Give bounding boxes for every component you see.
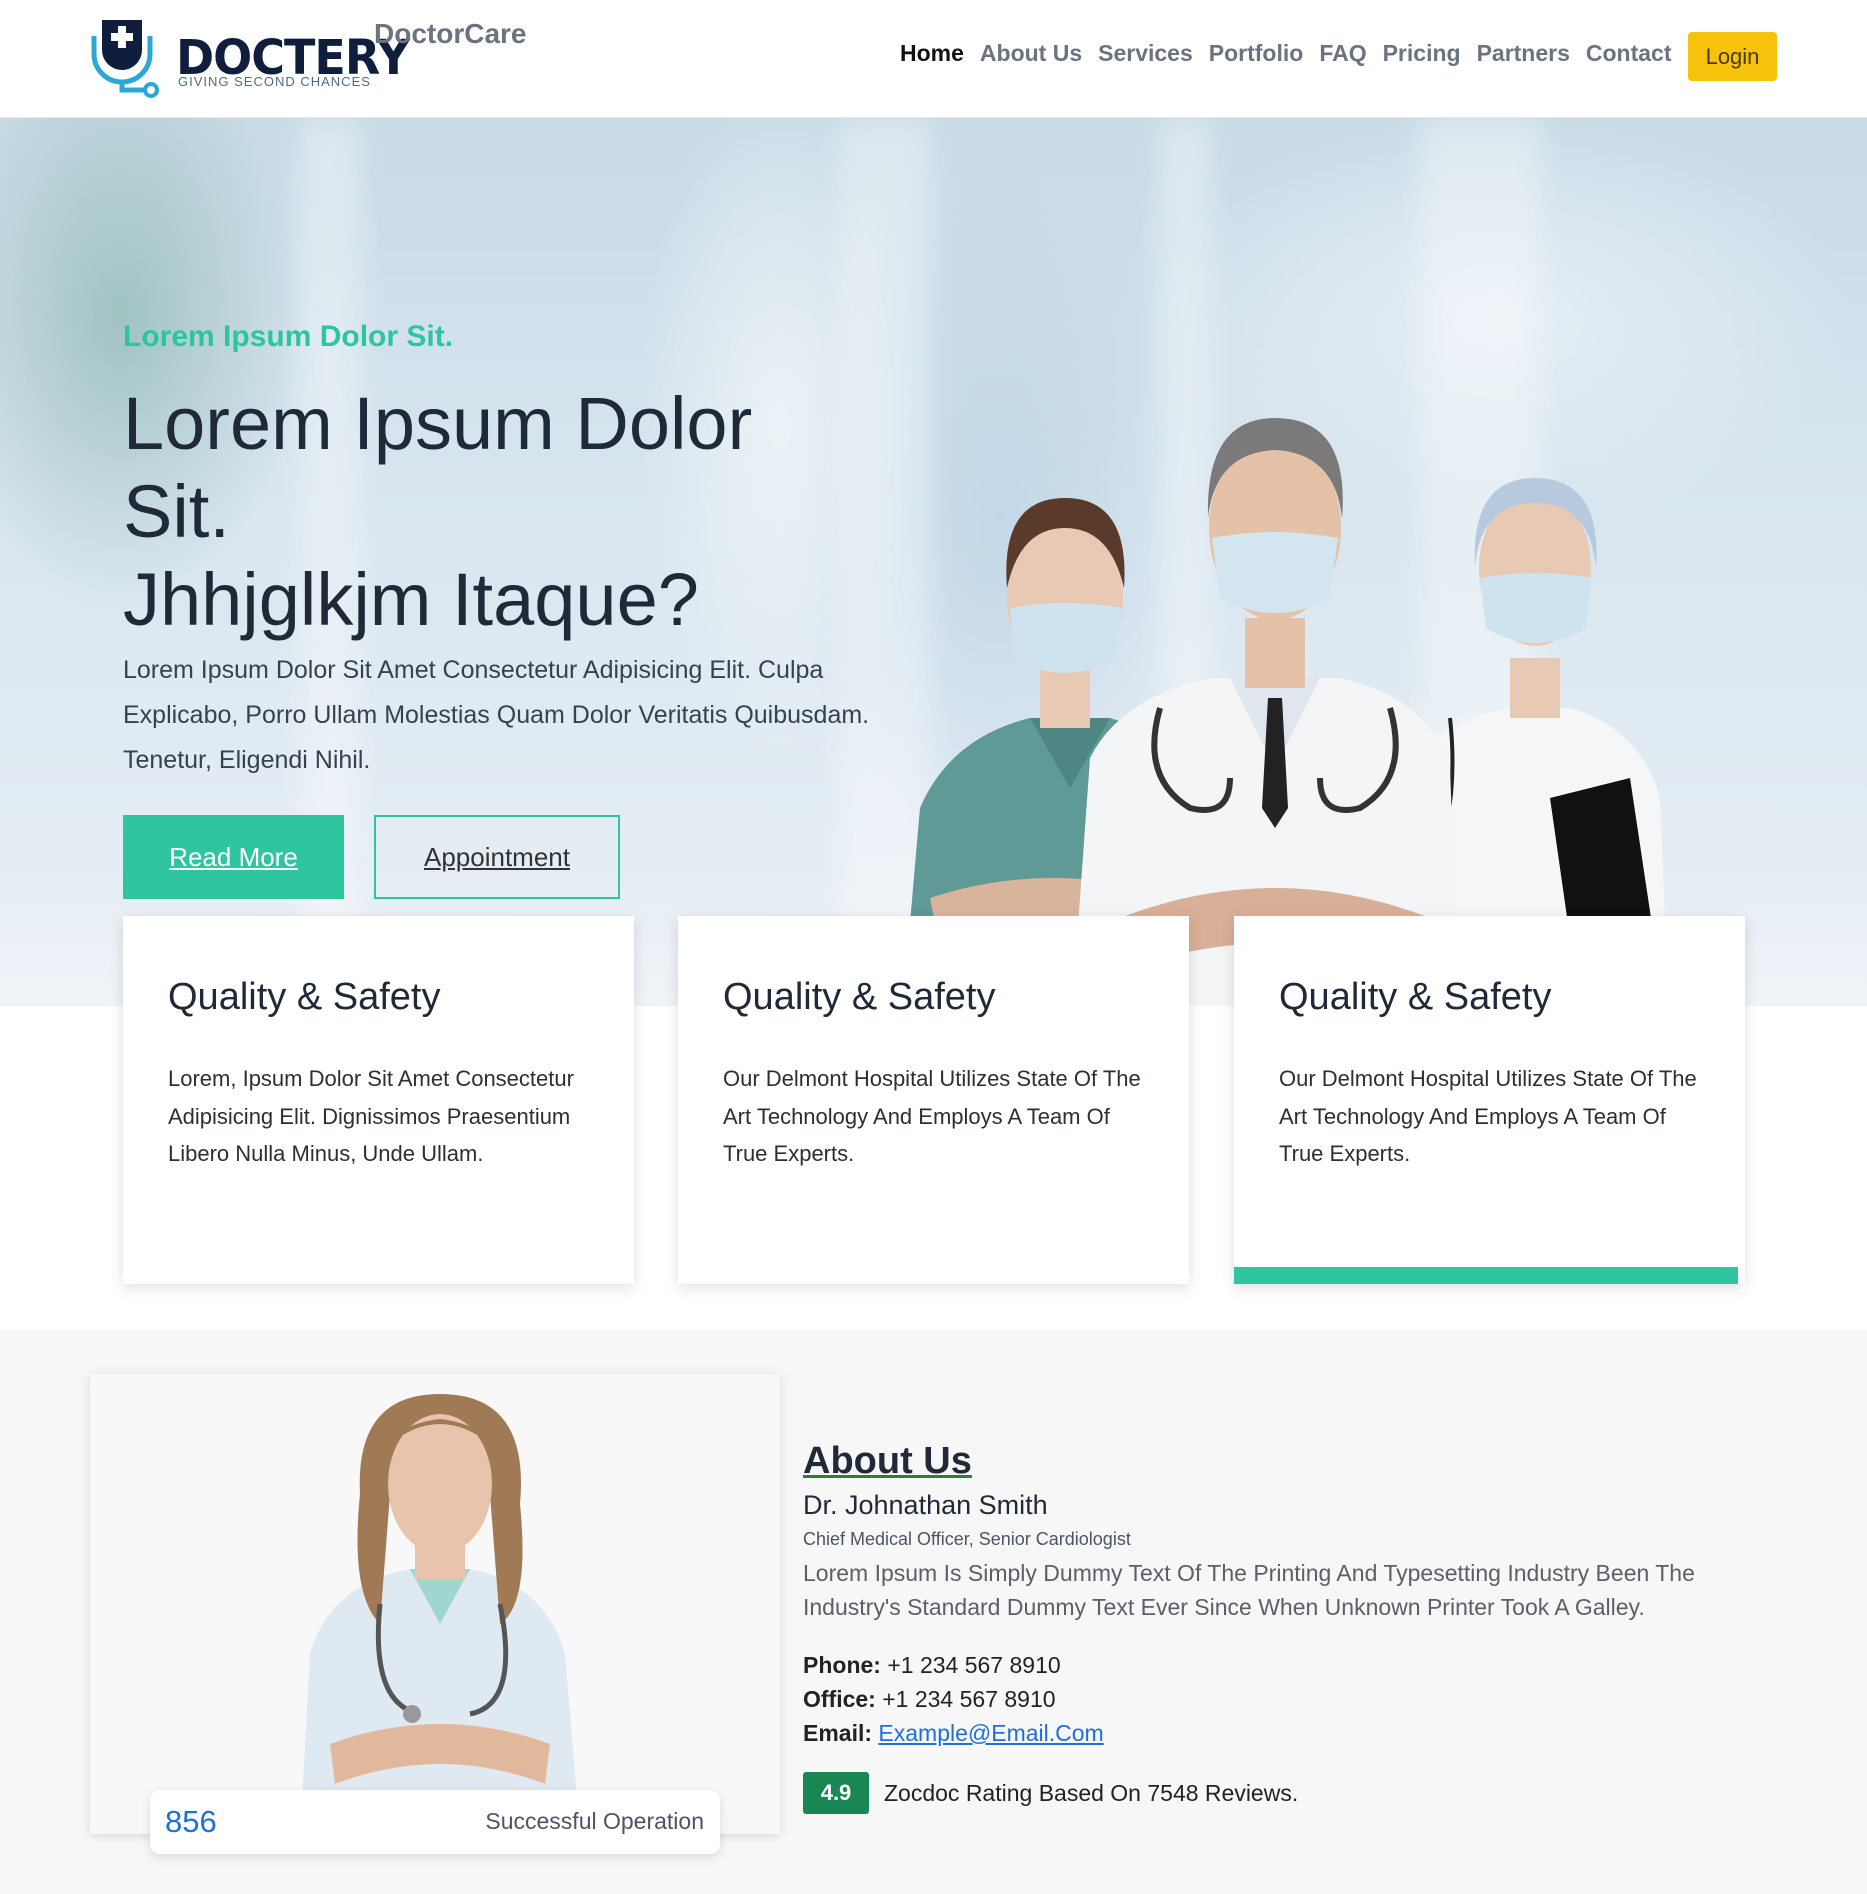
female-doctor-image (300, 1394, 580, 1834)
feature-card-accent-bar (1234, 1267, 1738, 1284)
about-heading[interactable]: About Us (803, 1440, 972, 1483)
feature-card-title: Quality & Safety (168, 976, 441, 1018)
site-header: DOCTERY GIVING SECOND CHANCES DoctorCare… (0, 0, 1867, 118)
contact-office: Office: +1 234 567 8910 (803, 1686, 1056, 1713)
nav-faq[interactable]: FAQ (1319, 40, 1366, 67)
nav-about-us[interactable]: About Us (980, 40, 1082, 67)
hero-title: Lorem Ipsum Dolor Sit. Jhhjglkjm Itaque? (123, 380, 823, 644)
doctors-group-image (902, 418, 1669, 1006)
main-nav: Home About Us Services Portfolio FAQ Pri… (900, 40, 1688, 67)
rating-badge: 4.9 (803, 1772, 869, 1814)
feature-card-text: Lorem, Ipsum Dolor Sit Amet Consectetur … (168, 1066, 574, 1166)
read-more-button[interactable]: Read More (123, 815, 344, 899)
feature-card-text: Our Delmont Hospital Utilizes State Of T… (723, 1066, 1141, 1166)
stat-label: Successful Operation (485, 1808, 704, 1834)
feature-card-text: Our Delmont Hospital Utilizes State Of T… (1279, 1066, 1697, 1166)
contact-phone: Phone: +1 234 567 8910 (803, 1652, 1061, 1679)
feature-card: Quality & Safety Our Delmont Hospital Ut… (678, 916, 1189, 1284)
contact-email: Email: Example@Email.Com (803, 1720, 1104, 1747)
hero-description: Lorem Ipsum Dolor Sit Amet Consectetur A… (123, 656, 870, 774)
doctor-bio: Lorem Ipsum Is Simply Dummy Text Of The … (803, 1560, 1695, 1620)
feature-card-title: Quality & Safety (1279, 976, 1552, 1018)
doctor-role: Chief Medical Officer, Senior Cardiologi… (803, 1529, 1131, 1549)
brand-name: DoctorCare (374, 18, 527, 49)
feature-card: Quality & Safety Lorem, Ipsum Dolor Sit … (123, 916, 634, 1284)
about-section: 856 Successful Operation About Us Dr. Jo… (0, 1330, 1867, 1894)
nav-contact[interactable]: Contact (1586, 40, 1672, 67)
feature-card-title: Quality & Safety (723, 976, 996, 1018)
nav-portfolio[interactable]: Portfolio (1209, 40, 1304, 67)
hero-title-line: Sit. (123, 470, 230, 553)
medical-cross-stethoscope-icon (91, 20, 159, 98)
email-link[interactable]: Example@Email.Com (878, 1720, 1103, 1746)
feature-card-active: Quality & Safety Our Delmont Hospital Ut… (1234, 916, 1745, 1284)
nav-partners[interactable]: Partners (1477, 40, 1570, 67)
phone-value: +1 234 567 8910 (887, 1652, 1061, 1678)
rating-text: Zocdoc Rating Based On 7548 Reviews. (884, 1780, 1299, 1806)
office-label: Office: (803, 1686, 876, 1712)
nav-home[interactable]: Home (900, 40, 964, 67)
hero-kicker: Lorem Ipsum Dolor Sit. (123, 320, 454, 353)
logo-tagline: GIVING SECOND CHANCES (178, 74, 371, 89)
stat-card: 856 Successful Operation (150, 1790, 720, 1854)
hero-title-line: Lorem Ipsum Dolor (123, 382, 753, 465)
login-button[interactable]: Login (1688, 32, 1777, 81)
stat-number: 856 (165, 1804, 217, 1839)
phone-label: Phone: (803, 1652, 881, 1678)
hero-title-line: Jhhjglkjm Itaque? (123, 558, 699, 641)
office-value: +1 234 567 8910 (882, 1686, 1056, 1712)
appointment-button[interactable]: Appointment (374, 815, 620, 899)
doctor-photo-frame (90, 1374, 780, 1834)
nav-services[interactable]: Services (1098, 40, 1193, 67)
hero-section: Lorem Ipsum Dolor Sit. Lorem Ipsum Dolor… (0, 118, 1867, 1006)
email-label: Email: (803, 1720, 873, 1746)
doctor-name: Dr. Johnathan Smith (803, 1490, 1048, 1520)
nav-pricing[interactable]: Pricing (1383, 40, 1461, 67)
